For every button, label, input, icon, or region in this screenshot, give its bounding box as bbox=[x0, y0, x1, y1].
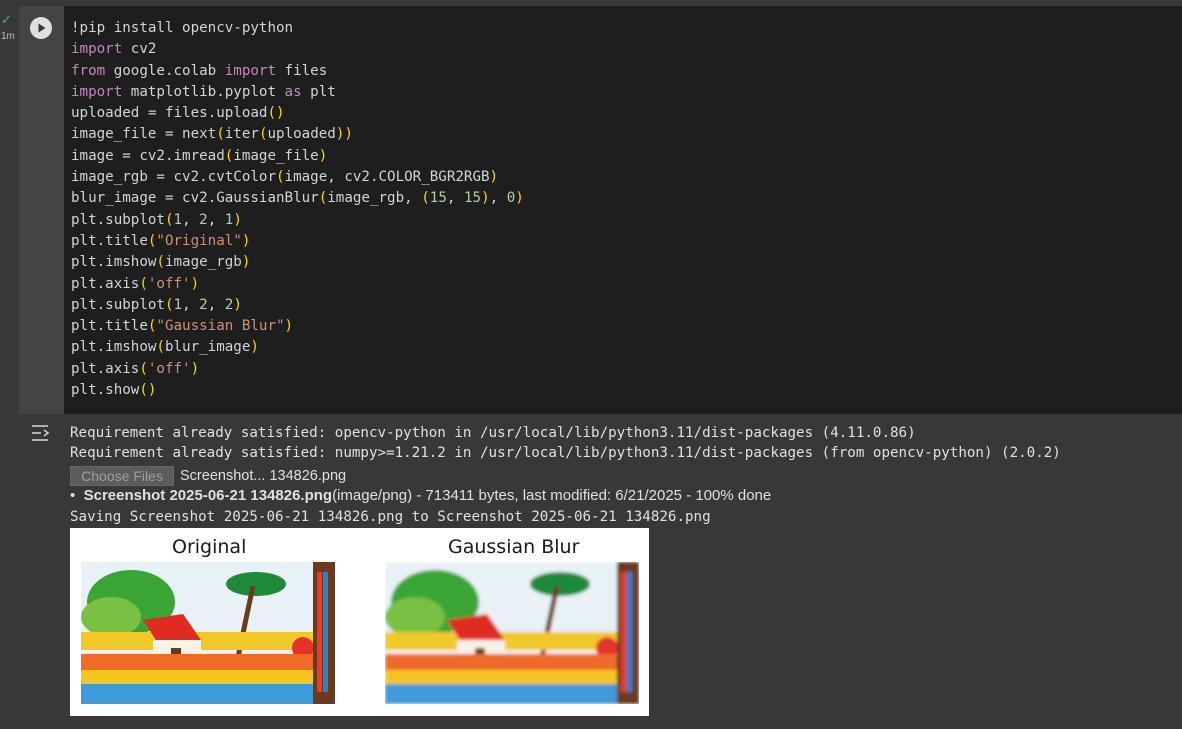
code-line: image_rgb = cv2.cvtColor(image, cv2.COLO… bbox=[71, 169, 499, 186]
matplotlib-figure: Original Gaussian Blur bbox=[70, 528, 649, 716]
play-icon bbox=[31, 18, 51, 38]
code-line: import cv2 bbox=[71, 41, 157, 58]
code-line: plt.title("Gaussian Blur") bbox=[71, 318, 294, 335]
right-plot-title: Gaussian Blur bbox=[448, 536, 580, 558]
run-cell-button[interactable] bbox=[30, 17, 52, 39]
code-line: plt.subplot(1, 2, 1) bbox=[71, 211, 242, 228]
code-line: !pip install opencv-python bbox=[71, 20, 294, 36]
cell-gutter: ✓ 1m bbox=[0, 0, 19, 729]
code-line: from google.colab import files bbox=[71, 62, 328, 79]
execution-time: 1m bbox=[1, 31, 15, 42]
code-line: import matplotlib.pyplot as plt bbox=[71, 83, 336, 100]
code-line: blur_image = cv2.GaussianBlur(image_rgb,… bbox=[71, 190, 524, 207]
check-icon: ✓ bbox=[1, 12, 12, 27]
bullet: • bbox=[70, 487, 84, 504]
output-toggle-icon[interactable] bbox=[30, 422, 52, 444]
code-line: plt.show() bbox=[71, 382, 157, 399]
output-line-2: Requirement already satisfied: numpy>=1.… bbox=[70, 445, 1061, 461]
original-image bbox=[81, 562, 335, 704]
code-line: plt.subplot(1, 2, 2) bbox=[71, 296, 242, 313]
output-line-1: Requirement already satisfied: opencv-py… bbox=[70, 425, 916, 441]
code-line: plt.axis('off') bbox=[71, 360, 200, 377]
gaussian-blur-image bbox=[385, 562, 639, 704]
code-line: uploaded = files.upload() bbox=[71, 105, 285, 122]
code-line: plt.imshow(image_rgb) bbox=[71, 254, 251, 271]
code-line: plt.imshow(blur_image) bbox=[71, 339, 259, 356]
code-block[interactable]: !pip install opencv-python import cv2 from… bbox=[71, 18, 524, 401]
cell-left-bar bbox=[19, 6, 64, 414]
file-upload-widget: Choose Files Screenshot... 134826.png bbox=[70, 465, 346, 487]
code-line: image = cv2.imread(image_file) bbox=[71, 147, 328, 164]
code-line: plt.axis('off') bbox=[71, 275, 200, 292]
code-line: image_file = next(iter(uploaded)) bbox=[71, 126, 353, 143]
saving-line: Saving Screenshot 2025-06-21 134826.png … bbox=[70, 509, 711, 525]
left-plot-title: Original bbox=[172, 536, 247, 558]
chosen-file-name: Screenshot... 134826.png bbox=[180, 468, 347, 484]
uploaded-file-details: (image/png) - 713411 bytes, last modifie… bbox=[332, 487, 772, 504]
choose-files-button[interactable]: Choose Files bbox=[70, 466, 174, 486]
code-line: plt.title("Original") bbox=[71, 232, 251, 249]
uploaded-file-item: • Screenshot 2025-06-21 134826.png(image… bbox=[70, 487, 771, 504]
uploaded-file-name: Screenshot 2025-06-21 134826.png bbox=[83, 487, 333, 504]
